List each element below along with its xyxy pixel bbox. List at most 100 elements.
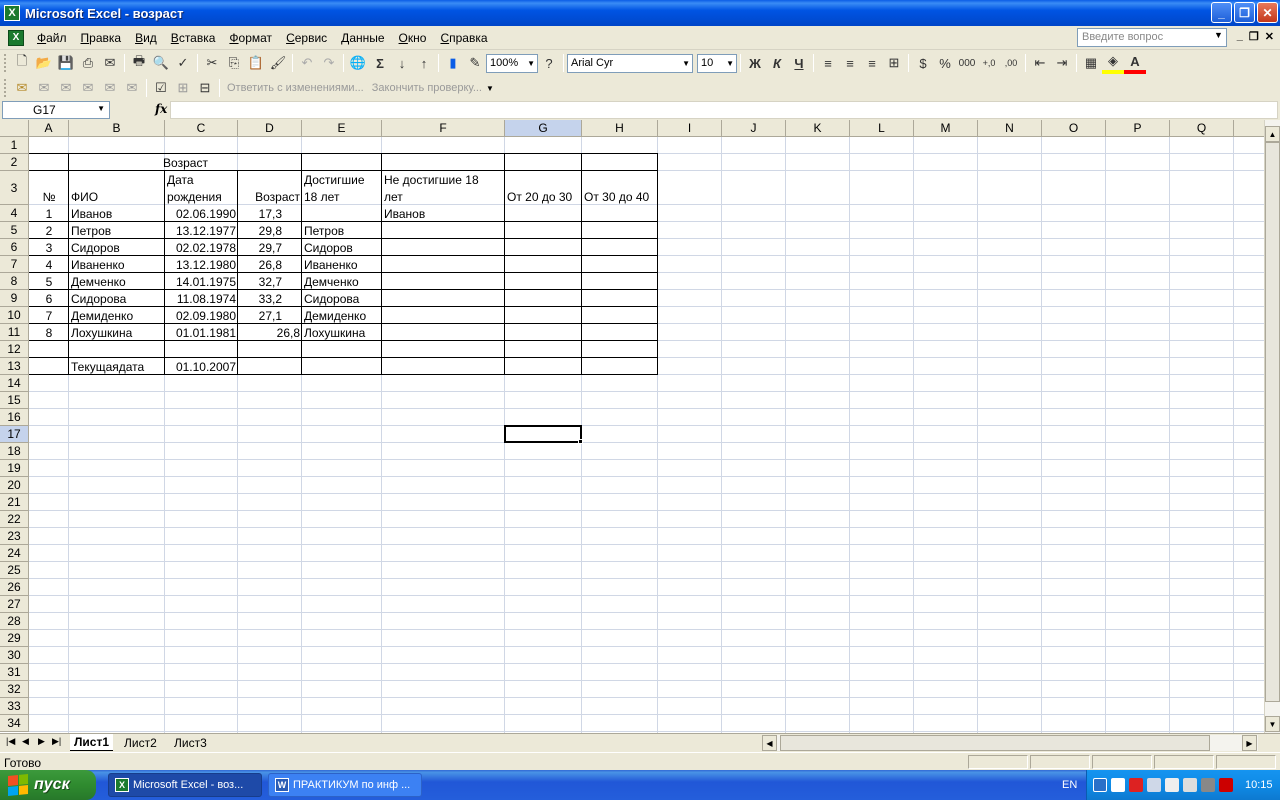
tray-usb-icon[interactable] — [1165, 778, 1179, 792]
scroll-up-icon[interactable]: ▲ — [1265, 126, 1280, 142]
prev-sheet-icon[interactable]: ◀ — [22, 736, 29, 747]
help-question-input[interactable]: Введите вопрос — [1077, 28, 1227, 47]
menu-edit[interactable]: Правка — [74, 31, 129, 45]
record-adult[interactable]: Демченко — [304, 275, 380, 289]
record-num[interactable]: 4 — [31, 258, 67, 272]
row-header-32[interactable]: 32 — [0, 681, 29, 698]
active-cell-selection[interactable] — [504, 425, 582, 443]
row-header-7[interactable]: 7 — [0, 256, 29, 273]
fill-color-icon[interactable]: ◈ — [1102, 52, 1124, 74]
row-header-16[interactable]: 16 — [0, 409, 29, 426]
review-icon-4[interactable]: ✉ — [77, 77, 99, 99]
record-age[interactable]: 27,1 — [240, 309, 300, 323]
align-right-icon[interactable]: ≡ — [861, 52, 883, 74]
restore-button[interactable]: ❐ — [1234, 2, 1255, 23]
review-icon-7[interactable]: ⊞ — [172, 77, 194, 99]
record-dob[interactable]: 11.08.1974 — [167, 292, 236, 306]
tab-sheet2[interactable]: Лист2 — [120, 734, 161, 751]
row-header-31[interactable]: 31 — [0, 664, 29, 681]
horizontal-scrollbar[interactable]: ◀ ▶ — [762, 735, 1258, 751]
current-date-value[interactable]: 01.10.2007 — [167, 360, 236, 374]
save-icon[interactable]: 💾 — [55, 52, 77, 74]
row-header-6[interactable]: 6 — [0, 239, 29, 256]
menu-file[interactable]: Файл — [30, 31, 74, 45]
drawing-icon[interactable]: ✎ — [464, 52, 486, 74]
new-icon[interactable]: 🗋 — [11, 52, 33, 74]
row-header-1[interactable]: 1 — [0, 137, 29, 154]
record-adult[interactable]: Петров — [304, 224, 380, 238]
column-header-J[interactable]: J — [722, 120, 786, 137]
record-dob[interactable]: 02.06.1990 — [167, 207, 236, 221]
header-adult-line1[interactable]: Достигшие — [304, 173, 380, 187]
review-icon-6[interactable]: ✉ — [121, 77, 143, 99]
redo-icon[interactable]: ↷ — [318, 52, 340, 74]
menu-tools[interactable]: Сервис — [279, 31, 334, 45]
sort-descending-icon[interactable]: ↑ — [413, 52, 435, 74]
help-icon[interactable]: ? — [538, 52, 560, 74]
borders-icon[interactable]: ▦ — [1080, 52, 1102, 74]
record-age[interactable]: 32,7 — [240, 275, 300, 289]
start-button[interactable]: пуск — [0, 770, 96, 800]
header-adult-line2[interactable]: 18 лет — [304, 190, 380, 204]
last-sheet-icon[interactable]: ▶| — [52, 736, 61, 747]
column-header-H[interactable]: H — [582, 120, 658, 137]
end-review-button[interactable]: Закончить проверку... — [372, 82, 482, 94]
column-header-G[interactable]: G — [505, 120, 582, 137]
vertical-scroll-thumb[interactable] — [1265, 142, 1280, 702]
row-header-20[interactable]: 20 — [0, 477, 29, 494]
record-age[interactable]: 29,7 — [240, 241, 300, 255]
row-header-21[interactable]: 21 — [0, 494, 29, 511]
record-fio[interactable]: Демченко — [71, 275, 163, 289]
record-num[interactable]: 5 — [31, 275, 67, 289]
track-changes-icon[interactable]: ☑ — [150, 77, 172, 99]
row-header-9[interactable]: 9 — [0, 290, 29, 307]
formula-input[interactable] — [170, 101, 1278, 119]
row-header-17[interactable]: 17 — [0, 426, 29, 443]
font-color-icon[interactable]: A — [1124, 52, 1146, 74]
chart-wizard-icon[interactable]: ▮ — [442, 52, 464, 74]
column-header-M[interactable]: M — [914, 120, 978, 137]
spelling-icon[interactable]: ✓ — [172, 52, 194, 74]
record-age[interactable]: 17,3 — [240, 207, 300, 221]
row-header-23[interactable]: 23 — [0, 528, 29, 545]
review-icon-3[interactable]: ✉ — [55, 77, 77, 99]
tab-sheet3[interactable]: Лист3 — [170, 734, 211, 751]
currency-icon[interactable]: $ — [912, 52, 934, 74]
italic-button[interactable]: К — [766, 52, 788, 74]
row-header-27[interactable]: 27 — [0, 596, 29, 613]
row-header-25[interactable]: 25 — [0, 562, 29, 579]
record-adult[interactable]: Иваненко — [304, 258, 380, 272]
header-fio[interactable]: ФИО — [71, 190, 163, 204]
hyperlink-icon[interactable]: 🌐 — [347, 52, 369, 74]
column-header-Q[interactable]: Q — [1170, 120, 1234, 137]
row-header-10[interactable]: 10 — [0, 307, 29, 324]
underline-button[interactable]: Ч — [788, 52, 810, 74]
chevron-down-icon[interactable]: ▼ — [486, 84, 494, 93]
header-age-30-40[interactable]: От 30 до 40 — [584, 190, 656, 204]
comma-style-icon[interactable]: 000 — [956, 52, 978, 74]
header-dob-line1[interactable]: Дата — [167, 173, 236, 187]
header-minor-line1[interactable]: Не достигшие 18 — [384, 173, 503, 187]
copy-icon[interactable]: ⎘ — [223, 52, 245, 74]
open-icon[interactable]: 📂 — [33, 52, 55, 74]
record-num[interactable]: 3 — [31, 241, 67, 255]
record-fio[interactable]: Демиденко — [71, 309, 163, 323]
tray-app-icon[interactable] — [1111, 778, 1125, 792]
next-sheet-icon[interactable]: ▶ — [38, 736, 45, 747]
email-icon[interactable]: ✉ — [99, 52, 121, 74]
column-header-N[interactable]: N — [978, 120, 1042, 137]
row-header-19[interactable]: 19 — [0, 460, 29, 477]
row-header-18[interactable]: 18 — [0, 443, 29, 460]
header-num[interactable]: № — [31, 190, 67, 204]
record-dob[interactable]: 02.02.1978 — [167, 241, 236, 255]
toolbar-handle[interactable] — [4, 54, 8, 72]
review-icon-5[interactable]: ✉ — [99, 77, 121, 99]
row-header-22[interactable]: 22 — [0, 511, 29, 528]
menu-window[interactable]: Окно — [392, 31, 434, 45]
print-icon[interactable]: 🖶 — [128, 52, 150, 74]
workbook-icon[interactable]: X — [8, 29, 24, 46]
first-sheet-icon[interactable]: |◀ — [6, 736, 15, 747]
column-header-L[interactable]: L — [850, 120, 914, 137]
row-header-8[interactable]: 8 — [0, 273, 29, 290]
worksheet-grid[interactable]: A B C D E F G H I J K L M N O P Q 1 2 3 4 5 6 7 8 9 10 11 12 13 14 15 16… — [0, 120, 1264, 733]
